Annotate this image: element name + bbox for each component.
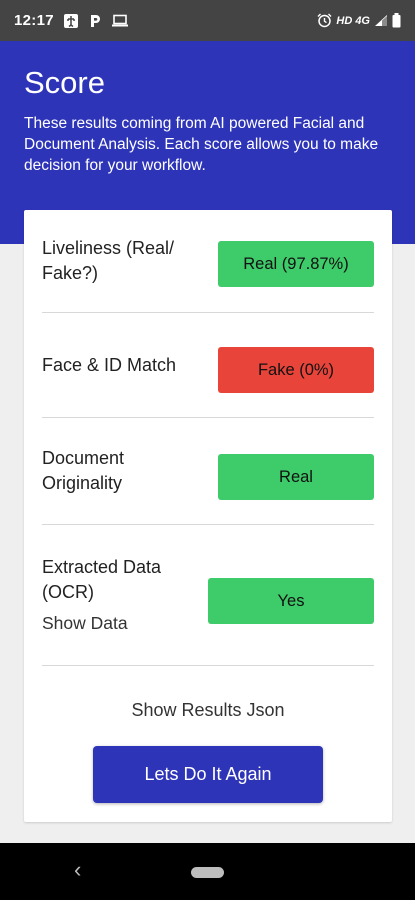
liveliness-label: Liveliness (Real/ Fake?)	[42, 238, 175, 283]
page-title: Score	[24, 65, 105, 100]
show-results-json-link[interactable]: Show Results Json	[24, 700, 392, 721]
result-row-document-originality: Document Originality Real	[42, 418, 374, 525]
show-data-link[interactable]: Show Data	[42, 611, 192, 636]
page-description: These results coming from AI powered Fac…	[24, 115, 379, 174]
result-row-face-id-match: Face & ID Match Fake (0%)	[42, 313, 374, 418]
face-id-match-status-badge: Fake (0%)	[218, 347, 374, 393]
navigation-bar: ‹	[0, 843, 415, 900]
document-originality-label: Document Originality	[42, 448, 125, 493]
back-icon[interactable]: ‹	[74, 857, 81, 883]
parking-icon	[88, 13, 102, 29]
status-bar: 12:17 HD 4G	[0, 0, 415, 41]
network-type-label: HD 4G	[336, 14, 370, 27]
liveliness-status-badge: Real (97.87%)	[218, 241, 374, 287]
lets-do-it-again-button[interactable]: Lets Do It Again	[93, 746, 323, 803]
extracted-data-label: Extracted Data (OCR)	[42, 556, 162, 602]
extracted-data-status-badge: Yes	[208, 578, 374, 624]
home-pill-icon[interactable]	[191, 867, 224, 878]
alarm-icon	[317, 13, 332, 28]
signal-icon	[374, 14, 388, 27]
results-card: Liveliness (Real/ Fake?) Real (97.87%) F…	[24, 210, 392, 822]
face-id-match-label: Face & ID Match	[42, 354, 177, 375]
result-row-liveliness: Liveliness (Real/ Fake?) Real (97.87%)	[42, 210, 374, 313]
usb-icon	[63, 13, 79, 29]
document-originality-status-badge: Real	[218, 454, 374, 500]
result-row-extracted-data: Extracted Data (OCR) Show Data Yes	[42, 525, 374, 666]
status-time: 12:17	[14, 12, 54, 29]
battery-icon	[392, 13, 401, 28]
laptop-icon	[111, 14, 129, 28]
